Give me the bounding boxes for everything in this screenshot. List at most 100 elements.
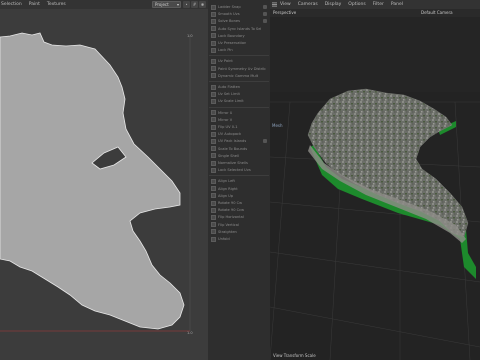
property-row[interactable]: Flip Horizontal [211, 214, 267, 220]
property-row[interactable]: Auto Sync Islands To Sel [211, 26, 267, 32]
property-checkbox[interactable] [211, 214, 216, 220]
property-row[interactable]: Uv Paint [211, 58, 267, 64]
property-checkbox[interactable] [211, 98, 216, 104]
property-checkbox[interactable] [211, 146, 216, 152]
property-row[interactable]: Single Shell [211, 153, 267, 159]
property-option-icon[interactable] [263, 5, 267, 9]
property-checkbox[interactable] [211, 124, 216, 130]
property-row[interactable]: Paint Symmetry Uv Distrib [211, 66, 267, 72]
settings-icon[interactable]: ✱ [199, 1, 206, 8]
property-row[interactable]: Solve Bones [211, 18, 267, 24]
property-row[interactable]: Flip UV 0-1 [211, 124, 267, 130]
uv-menu-paint[interactable]: Paint [29, 2, 40, 7]
property-checkbox[interactable] [211, 222, 216, 228]
property-checkbox[interactable] [211, 138, 216, 144]
property-row[interactable]: Normalize Shells [211, 160, 267, 166]
property-checkbox[interactable] [211, 26, 216, 32]
property-checkbox[interactable] [211, 110, 216, 116]
viewport-menu-view[interactable]: View [280, 2, 291, 7]
uv-canvas[interactable]: 1.0 1.0 [0, 9, 208, 360]
view-mode-label[interactable]: Perspective [273, 10, 296, 15]
property-row[interactable]: Ladder Snap [211, 4, 267, 10]
property-checkbox[interactable] [211, 131, 216, 137]
property-row[interactable]: UV Autopack [211, 131, 267, 137]
property-row[interactable]: Scale To Bounds [211, 146, 267, 152]
property-checkbox[interactable] [211, 178, 216, 184]
property-checkbox[interactable] [211, 153, 216, 159]
property-row[interactable]: Uv Preservation [211, 40, 267, 46]
viewport-menu-cameras[interactable]: Cameras [298, 2, 318, 7]
viewport-menu-filter[interactable]: Filter [373, 2, 384, 7]
pin-icon[interactable]: • [183, 1, 190, 8]
property-checkbox[interactable] [211, 4, 216, 10]
property-row[interactable]: Mirror U [211, 110, 267, 116]
property-label: UV Autopack [218, 132, 242, 137]
property-checkbox[interactable] [211, 73, 216, 79]
uv-menu-selection[interactable]: Selection [1, 2, 22, 7]
property-checkbox[interactable] [211, 58, 216, 64]
property-checkbox[interactable] [211, 167, 216, 173]
property-option-icon[interactable] [263, 139, 267, 144]
property-row[interactable]: Align Up [211, 193, 267, 199]
property-checkbox[interactable] [211, 193, 216, 199]
property-row[interactable]: Smooth Uvs [211, 11, 267, 17]
property-row[interactable]: Flip Vertical [211, 222, 267, 228]
property-row[interactable]: Unfold [211, 236, 267, 242]
viewport-horizon-band [270, 17, 480, 92]
terrain-mesh[interactable] [307, 88, 469, 238]
property-row[interactable]: Auto Flatten [211, 84, 267, 90]
property-checkbox[interactable] [211, 47, 216, 53]
uv-tick-top: 1.0 [187, 34, 193, 38]
property-checkbox[interactable] [211, 200, 216, 206]
property-row[interactable]: Align Left [211, 178, 267, 184]
property-label: Lock Boundary [218, 33, 245, 38]
uv-tick-bottom: 1.0 [187, 331, 193, 335]
property-row[interactable]: Lock Pin [211, 47, 267, 53]
property-checkbox[interactable] [211, 160, 216, 166]
property-option-icon[interactable] [263, 19, 267, 24]
uv-island[interactable] [0, 32, 185, 330]
property-row[interactable]: Uv Set Limit [211, 91, 267, 97]
viewport-menu-options[interactable]: Options [348, 2, 365, 7]
property-checkbox[interactable] [211, 207, 216, 213]
property-option-icon[interactable] [263, 12, 267, 17]
property-label: Flip Vertical [218, 222, 239, 227]
property-checkbox[interactable] [211, 229, 216, 235]
property-row[interactable]: Mirror V [211, 117, 267, 123]
property-row[interactable]: Dynamic Gamma Mult [211, 73, 267, 79]
property-label: Single Shell [218, 153, 239, 158]
camera-label[interactable]: Default Camera [421, 10, 453, 15]
property-label: Align Left [218, 179, 235, 184]
property-checkbox[interactable] [211, 18, 216, 24]
property-checkbox[interactable] [211, 236, 216, 242]
property-label: Smooth Uvs [218, 12, 240, 17]
property-checkbox[interactable] [211, 33, 216, 39]
property-row[interactable]: Rotate 90 Cw [211, 200, 267, 206]
property-checkbox[interactable] [211, 186, 216, 192]
property-label: Scale To Bounds [218, 146, 248, 151]
property-checkbox[interactable] [211, 91, 216, 97]
uv-menu-textures[interactable]: Textures [47, 2, 66, 7]
property-row[interactable]: Uv Scale Limit [211, 98, 267, 104]
property-checkbox[interactable] [211, 40, 216, 46]
property-label: Uv Scale Limit [218, 99, 244, 104]
property-row[interactable]: Lock Selected Uvs [211, 167, 267, 173]
chevron-down-icon: ▾ [176, 2, 179, 7]
property-label: Uv Set Limit [218, 92, 240, 97]
property-checkbox[interactable] [211, 11, 216, 17]
property-row[interactable]: Straighten [211, 229, 267, 235]
property-checkbox[interactable] [211, 117, 216, 123]
property-checkbox[interactable] [211, 84, 216, 90]
viewport-menu-panel[interactable]: Panel [391, 2, 403, 7]
property-checkbox[interactable] [211, 66, 216, 72]
project-dropdown[interactable]: Project ▾ [152, 1, 181, 8]
hamburger-menu-icon[interactable] [272, 2, 277, 7]
property-row[interactable]: Lock Boundary [211, 33, 267, 39]
grid-icon[interactable]: # [191, 1, 198, 8]
property-row[interactable]: Align Right [211, 186, 267, 192]
viewport-canvas[interactable] [270, 17, 480, 360]
object-name-label[interactable]: Mesh [272, 123, 283, 128]
property-row[interactable]: Rotate 90 Ccw [211, 207, 267, 213]
property-row[interactable]: UV Pack Islands [211, 138, 267, 144]
viewport-menu-display[interactable]: Display [325, 2, 342, 7]
